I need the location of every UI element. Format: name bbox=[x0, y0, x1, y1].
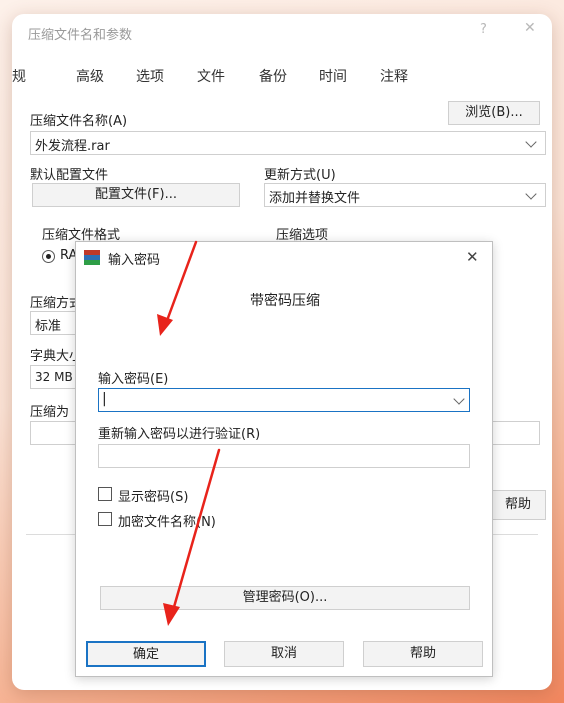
tab-backup[interactable]: 备份 bbox=[259, 66, 287, 86]
password-dialog: 输入密码 ✕ 带密码压缩 输入密码(E) | 重新输入密码以进行验证(R) 显示… bbox=[75, 241, 493, 677]
winrar-icon bbox=[84, 250, 100, 266]
tab-time[interactable]: 时间 bbox=[319, 66, 347, 86]
reenter-label: 重新输入密码以进行验证(R) bbox=[98, 427, 261, 442]
chevron-down-icon bbox=[525, 188, 537, 200]
update-mode-value: 添加并替换文件 bbox=[269, 191, 361, 206]
cancel-button[interactable]: 取消 bbox=[224, 641, 344, 667]
tab-bar: 常规 高级 选项 文件 备份 时间 注释 bbox=[12, 66, 552, 90]
tab-advanced[interactable]: 高级 bbox=[76, 66, 104, 86]
text-cursor: | bbox=[102, 391, 107, 407]
browse-button[interactable]: 浏览(B)... bbox=[448, 101, 540, 125]
close-icon[interactable]: ✕ bbox=[466, 248, 479, 266]
tab-general[interactable]: 常规 bbox=[12, 66, 26, 86]
help-icon[interactable]: ? bbox=[480, 22, 487, 37]
dialog-heading: 带密码压缩 bbox=[250, 293, 320, 309]
archive-name-field[interactable]: 外发流程.rar bbox=[30, 131, 546, 155]
password-label: 输入密码(E) bbox=[98, 372, 169, 387]
ok-button[interactable]: 确定 bbox=[86, 641, 206, 667]
parent-help-button[interactable]: 帮助 bbox=[490, 490, 546, 520]
right-field[interactable] bbox=[492, 421, 540, 445]
encrypt-names-checkbox[interactable] bbox=[98, 512, 112, 526]
chevron-down-icon[interactable] bbox=[453, 393, 465, 405]
profile-button[interactable]: 配置文件(F)... bbox=[32, 183, 240, 207]
radio-dot bbox=[46, 254, 51, 259]
reenter-password-input[interactable] bbox=[98, 444, 470, 468]
update-mode-select[interactable]: 添加并替换文件 bbox=[264, 183, 546, 207]
parent-window-title: 压缩文件名和参数 bbox=[28, 28, 133, 43]
tab-files[interactable]: 文件 bbox=[197, 66, 225, 86]
archive-name-value: 外发流程.rar bbox=[35, 139, 110, 154]
encrypt-names-label: 加密文件名称(N) bbox=[118, 515, 216, 530]
method-value: 标准 bbox=[35, 319, 62, 334]
tab-options[interactable]: 选项 bbox=[136, 66, 164, 86]
dict-value: 32 MB bbox=[35, 370, 73, 384]
default-profile-label: 默认配置文件 bbox=[30, 168, 109, 183]
format-radio[interactable] bbox=[42, 250, 55, 263]
tab-comment[interactable]: 注释 bbox=[380, 66, 408, 86]
show-password-checkbox[interactable] bbox=[98, 487, 112, 501]
manage-passwords-button[interactable]: 管理密码(O)... bbox=[100, 586, 470, 610]
update-mode-label: 更新方式(U) bbox=[264, 168, 336, 183]
close-icon[interactable]: ✕ bbox=[524, 20, 536, 36]
chevron-down-icon bbox=[525, 136, 537, 148]
archive-name-label: 压缩文件名称(A) bbox=[30, 114, 128, 129]
help-button[interactable]: 帮助 bbox=[363, 641, 483, 667]
dialog-title: 输入密码 bbox=[108, 253, 161, 268]
split-label: 压缩为 bbox=[30, 405, 70, 420]
show-password-label: 显示密码(S) bbox=[118, 490, 189, 505]
password-input[interactable]: | bbox=[98, 388, 470, 412]
